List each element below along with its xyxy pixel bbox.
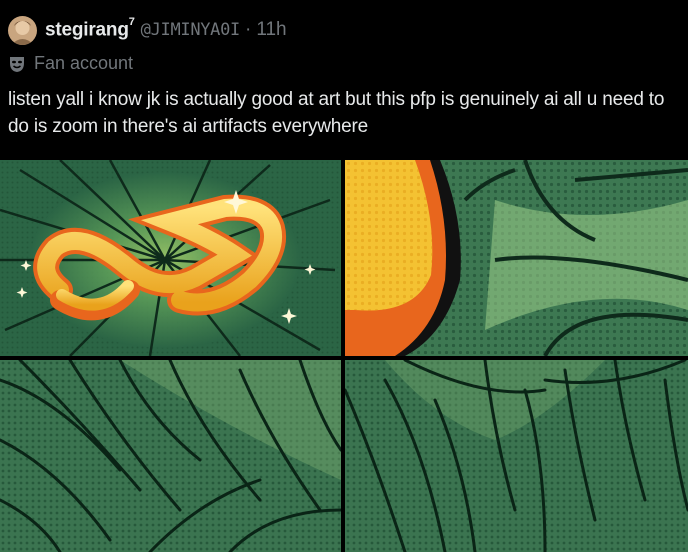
media-image-zoom-2[interactable]: [0, 360, 341, 552]
fan-account-label: Fan account: [8, 53, 133, 74]
user-handle[interactable]: @JIMINYA0I: [141, 20, 241, 40]
display-name[interactable]: stegirang7: [45, 15, 135, 41]
separator-dot: ·: [245, 19, 252, 40]
fan-account-text: Fan account: [34, 53, 134, 73]
tweet-text: listen yall i know jk is actually good a…: [8, 89, 665, 137]
media-image-zoom-3[interactable]: [345, 360, 688, 552]
media-image-zoom-1[interactable]: [345, 160, 688, 356]
media-grid: [0, 160, 688, 552]
name-suffix: 7: [128, 15, 135, 28]
post-time[interactable]: 11h: [256, 19, 286, 41]
tweet: stegirang7 @JIMINYA0I · 11h Fan account …: [0, 0, 688, 552]
tweet-header: stegirang7 @JIMINYA0I · 11h: [8, 14, 287, 46]
mask-icon: [10, 56, 24, 72]
avatar[interactable]: [8, 15, 37, 45]
media-image-logo[interactable]: [0, 160, 341, 356]
